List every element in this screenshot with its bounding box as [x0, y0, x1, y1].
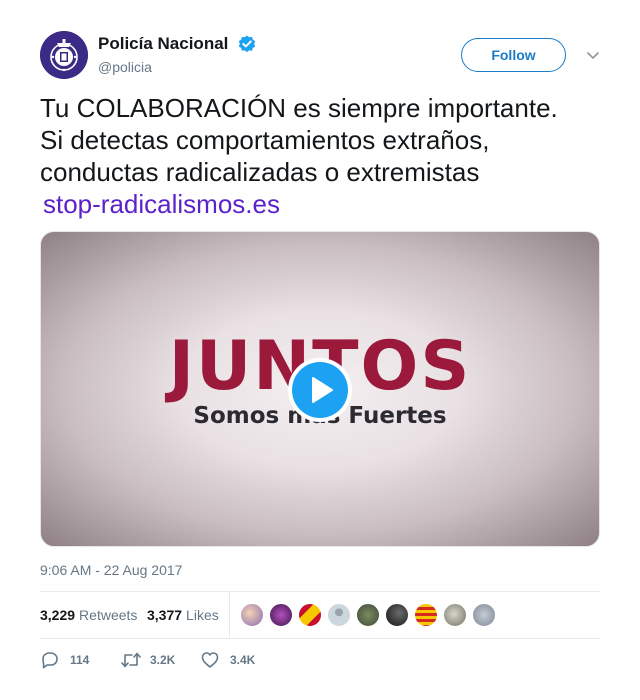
retweets-count: 3,229	[40, 607, 76, 623]
avatar[interactable]	[472, 603, 496, 627]
tweet-text: Tu COLABORACIÓN es siempre importante. S…	[40, 92, 610, 220]
stats-separator	[229, 592, 230, 638]
retweet-count: 3.2K	[150, 653, 176, 667]
avatar[interactable]	[443, 603, 467, 627]
tweet-header: Policía Nacional @policia Follow	[40, 31, 600, 79]
display-name[interactable]: Policía Nacional	[98, 33, 228, 55]
follow-button[interactable]: Follow	[461, 38, 566, 72]
tweet-text-line: conductas radicalizadas o extremistas	[40, 157, 480, 187]
retweet-icon	[121, 652, 141, 668]
reply-button[interactable]: 114	[40, 648, 110, 672]
avatar[interactable]	[356, 603, 380, 627]
avatar[interactable]	[269, 603, 293, 627]
reply-icon	[42, 652, 58, 669]
tweet-stats: 3,229 Retweets 3,377 Likes	[40, 592, 600, 638]
like-button[interactable]: 3.4K	[200, 648, 270, 672]
heart-icon	[201, 652, 219, 668]
retweets-stat[interactable]: 3,229 Retweets	[40, 606, 137, 624]
tweet-text-line: Si detectas comportamientos extraños,	[40, 125, 490, 155]
reply-count: 114	[70, 653, 90, 667]
tweet-link[interactable]: stop-radicalismos.es	[40, 188, 610, 220]
divider	[40, 638, 600, 639]
avatar[interactable]	[240, 603, 264, 627]
author-handle[interactable]: @policia	[98, 58, 256, 76]
avatar[interactable]	[414, 603, 438, 627]
avatar[interactable]	[327, 603, 351, 627]
verified-badge-icon	[238, 35, 256, 53]
video-player[interactable]: JUNTOS Somos más Fuertes	[40, 231, 600, 547]
avatar[interactable]	[385, 603, 409, 627]
author-names: Policía Nacional @policia	[98, 33, 256, 76]
retweet-button[interactable]: 3.2K	[120, 648, 190, 672]
avatar[interactable]	[298, 603, 322, 627]
likes-count: 3,377	[147, 607, 183, 623]
police-badge-icon[interactable]	[40, 31, 88, 79]
chevron-down-icon[interactable]	[586, 48, 600, 62]
tweet-timestamp[interactable]: 9:06 AM - 22 Aug 2017	[40, 561, 182, 579]
like-count: 3.4K	[230, 653, 256, 667]
play-button[interactable]	[288, 358, 352, 422]
likes-label: Likes	[186, 607, 219, 623]
play-icon	[292, 362, 348, 418]
likes-stat[interactable]: 3,377 Likes	[147, 606, 219, 624]
tweet-text-line: Tu COLABORACIÓN es siempre importante.	[40, 93, 558, 123]
tweet-actions: 114 3.2K 3.4K	[40, 648, 600, 672]
retweets-label: Retweets	[79, 607, 138, 623]
